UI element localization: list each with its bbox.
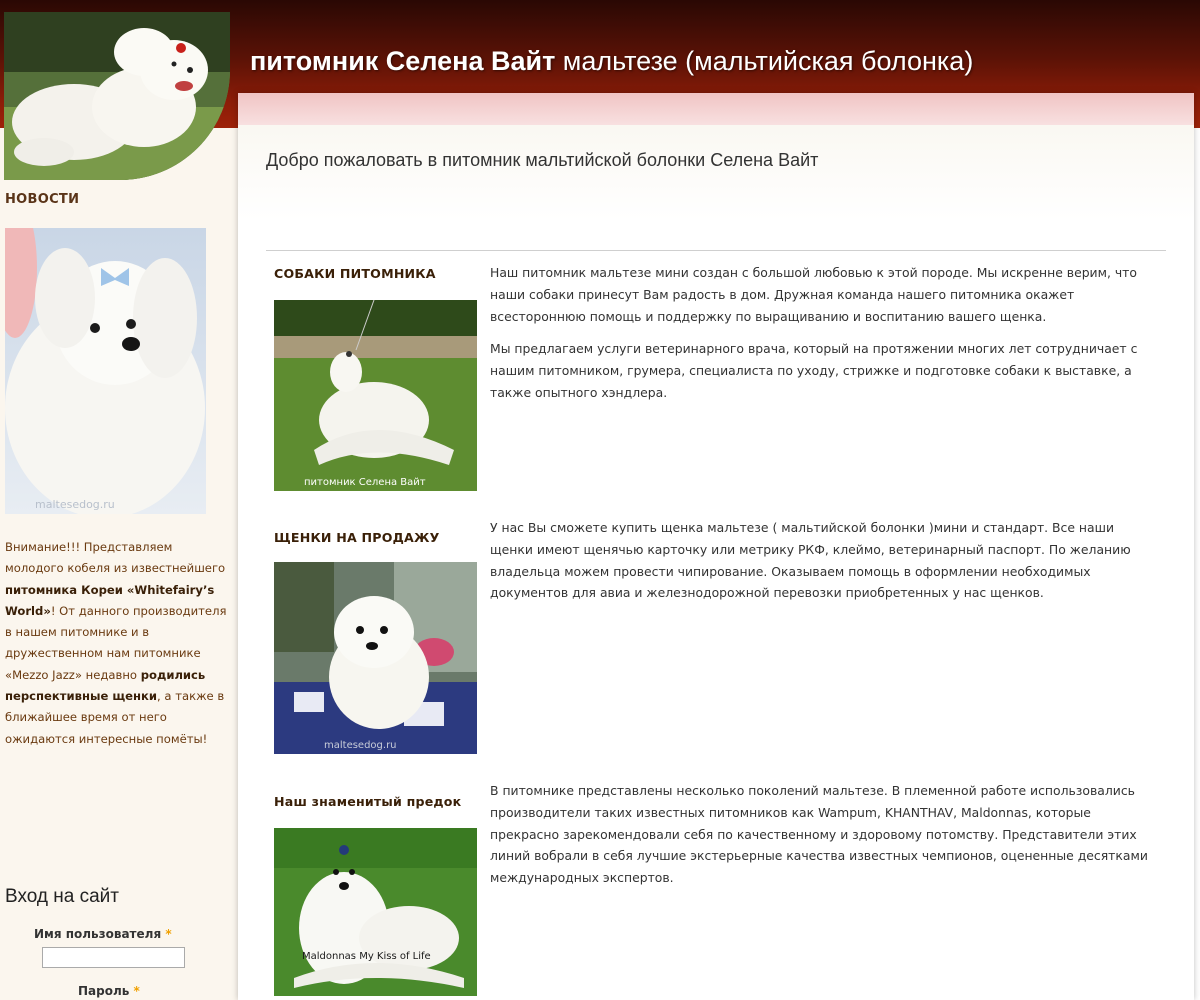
username-label-text: Имя пользователя — [34, 927, 162, 941]
section-text-kennel-dogs: Наш питомник мальтезе мини создан с боль… — [490, 262, 1160, 404]
site-title[interactable]: питомник Селена Вайт мальтезе (мальтийск… — [250, 44, 973, 78]
paragraph: Мы предлагаем услуги ветеринарного врача… — [490, 341, 1138, 400]
photo-watermark: maltesedog.ru — [324, 740, 397, 751]
section-photo-famous-ancestor[interactable]: Maldonnas My Kiss of Life — [274, 828, 477, 996]
site-title-kennel: питомник Селена Вайт — [250, 46, 556, 76]
main-top-band — [238, 93, 1194, 125]
paragraph: Наш питомник мальтезе мини создан с боль… — [490, 265, 1137, 324]
news-text: Внимание!!! Представляем молодого кобеля… — [5, 537, 227, 750]
login-heading: Вход на сайт — [5, 886, 119, 907]
news-text-part-1: Внимание!!! Представляем молодого кобеля… — [5, 540, 226, 576]
required-mark: * — [133, 984, 140, 998]
section-title-kennel-dogs[interactable]: СОБАКИ ПИТОМНИКА — [274, 266, 436, 281]
username-input[interactable] — [42, 947, 185, 968]
photo-caption: Maldonnas My Kiss of Life — [302, 951, 431, 962]
photo-caption: питомник Селена Вайт — [304, 477, 426, 488]
news-photo-watermark: maltesedog.ru — [35, 498, 115, 511]
required-mark: * — [165, 927, 172, 941]
site-title-breed: мальтезе (мальтийская болонка) — [555, 46, 974, 76]
section-photo-kennel-dogs[interactable]: питомник Селена Вайт — [274, 300, 477, 491]
paragraph: В питомнике представлены несколько покол… — [490, 783, 1148, 886]
divider — [266, 250, 1166, 251]
section-text-famous-ancestor: В питомнике представлены несколько покол… — [490, 780, 1160, 889]
password-label-text: Пароль — [78, 984, 130, 998]
section-photo-puppies-for-sale[interactable]: maltesedog.ru — [274, 562, 477, 754]
username-label: Имя пользователя * — [34, 927, 172, 941]
welcome-heading: Добро пожаловать в питомник мальтийской … — [266, 150, 819, 170]
section-text-puppies-for-sale: У нас Вы сможете купить щенка мальтезе (… — [490, 517, 1160, 604]
news-heading: НОВОСТИ — [5, 192, 80, 207]
password-label: Пароль * — [78, 984, 140, 998]
news-photo: maltesedog.ru — [5, 228, 206, 514]
section-title-puppies-for-sale[interactable]: ЩЕНКИ НА ПРОДАЖУ — [274, 530, 440, 545]
section-title-famous-ancestor[interactable]: Наш знаменитый предок — [274, 794, 461, 809]
welcome-area — [238, 125, 1194, 220]
paragraph: У нас Вы сможете купить щенка мальтезе (… — [490, 520, 1131, 601]
